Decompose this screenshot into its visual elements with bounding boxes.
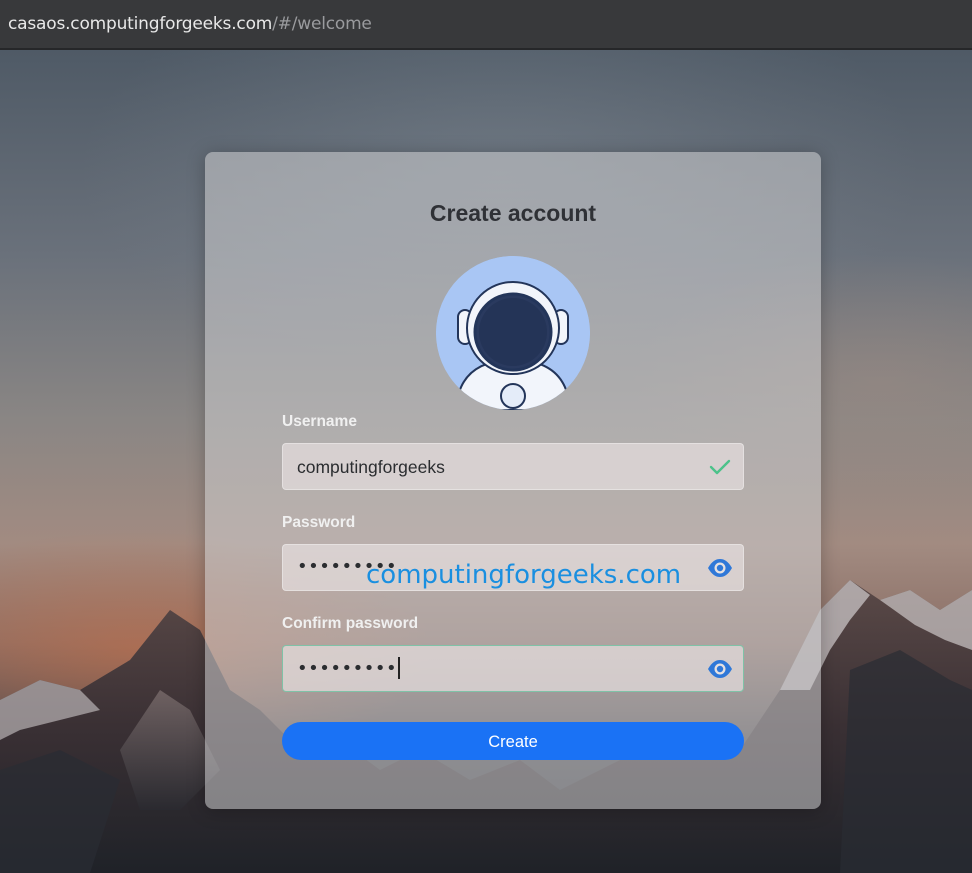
confirm-password-masked-value: ••••••••• — [297, 657, 400, 679]
card-title: Create account — [429, 200, 597, 226]
browser-address-bar[interactable]: casaos.computingforgeeks.com/#/welcome — [0, 0, 972, 50]
url-host: casaos.computingforgeeks.com — [8, 14, 273, 34]
password-label: Password — [282, 514, 356, 531]
eye-icon[interactable] — [707, 557, 733, 579]
url-path: /#/welcome — [272, 14, 372, 34]
create-account-card: Create account Username computingforgeek… — [205, 152, 821, 809]
username-value: computingforgeeks — [297, 457, 445, 477]
create-button[interactable]: Create — [282, 722, 744, 760]
eye-icon[interactable] — [707, 658, 733, 680]
check-icon — [707, 456, 733, 478]
url-text[interactable]: casaos.computingforgeeks.com/#/welcome — [8, 14, 372, 34]
username-label: Username — [282, 413, 357, 430]
confirm-password-field[interactable]: ••••••••• — [282, 645, 744, 692]
confirm-password-label: Confirm password — [282, 615, 419, 632]
text-caret — [398, 657, 400, 679]
username-field[interactable]: computingforgeeks — [282, 443, 744, 490]
watermark-text: computingforgeeks.com — [366, 560, 682, 590]
astronaut-avatar-icon[interactable] — [436, 256, 590, 410]
